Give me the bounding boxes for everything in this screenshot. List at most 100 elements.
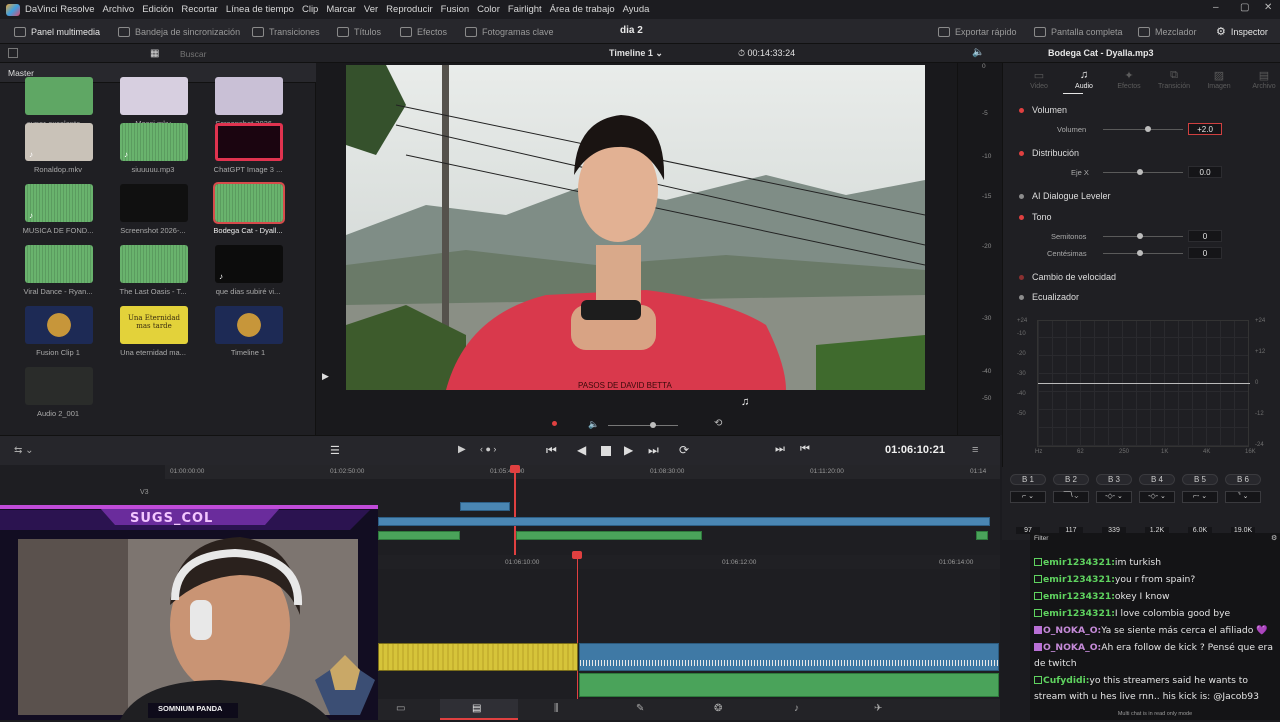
volume-section[interactable]: Volumen: [1003, 100, 1280, 120]
menu-marcar[interactable]: Marcar: [326, 4, 356, 15]
stop-icon[interactable]: [601, 446, 611, 456]
clip-a1-b[interactable]: [516, 531, 702, 540]
play-icon[interactable]: ▶: [624, 443, 633, 457]
media-clip[interactable]: ChatGPT Image 3 ...: [208, 123, 288, 179]
eq-band-toggle[interactable]: B 1: [1010, 474, 1046, 485]
maximize-icon[interactable]: ▢: [1240, 2, 1249, 13]
media-clip[interactable]: ♪ siuuuuu.mp3: [113, 123, 193, 179]
menu-clip[interactable]: Clip: [302, 4, 318, 15]
effects-button[interactable]: Efectos: [400, 19, 447, 44]
menu-archivo[interactable]: Archivo: [103, 4, 135, 15]
eq-graph[interactable]: [1037, 320, 1250, 447]
media-clip[interactable]: Una Eternidad mas tarde Una eternidad ma.…: [113, 306, 193, 362]
inspector-button[interactable]: ⚙ Inspector: [1216, 19, 1268, 44]
reverse-icon[interactable]: ◀: [577, 443, 586, 457]
menu-ver[interactable]: Ver: [364, 4, 378, 15]
search-input[interactable]: [180, 47, 308, 60]
lower-playhead-handle[interactable]: [572, 551, 582, 559]
menu-reproducir[interactable]: Reproducir: [386, 4, 432, 15]
media-clip[interactable]: ♪ Ronaldop.mkv: [18, 123, 98, 179]
speed-change-section[interactable]: Cambio de velocidad: [1003, 267, 1280, 287]
equalizer-section[interactable]: Ecualizador: [1003, 287, 1280, 307]
audio-view-icon[interactable]: ♫: [741, 396, 749, 408]
timeline-options-icon[interactable]: ☰: [330, 444, 340, 457]
eq-band-toggle[interactable]: B 2: [1053, 474, 1089, 485]
lower-playhead[interactable]: [577, 553, 578, 699]
sync-bin-button[interactable]: Bandeja de sincronización: [118, 19, 240, 44]
speed-toggle-icon[interactable]: [1019, 274, 1024, 280]
marker-nav-icon[interactable]: ‹ ● ›: [480, 444, 496, 454]
pan-slider[interactable]: [1103, 169, 1183, 175]
inspector-tab[interactable]: ▨ Imagen: [1199, 69, 1239, 90]
media-clip[interactable]: Fusion Clip 1: [18, 306, 98, 362]
quick-export-button[interactable]: Exportar rápido: [938, 19, 1017, 44]
media-clip[interactable]: ♪ MUSICA DE FOND...: [18, 184, 98, 240]
loop-icon[interactable]: ⟲: [714, 418, 722, 429]
edit-tools-icon[interactable]: ⇆ ⌄: [14, 445, 34, 456]
eq-band-type-select[interactable]: ⌐ ⌄: [1010, 491, 1046, 503]
viewer-volume-slider[interactable]: [608, 422, 678, 428]
inspector-tab[interactable]: ▤ Archivo: [1244, 69, 1280, 90]
eq-band-type-select[interactable]: ⌐- ⌄: [1182, 491, 1218, 503]
clip-audio-green[interactable]: [579, 673, 999, 697]
media-clip[interactable]: Screenshot 2026-...: [113, 184, 193, 240]
cents-slider[interactable]: [1103, 250, 1183, 256]
clip-a1-c[interactable]: [976, 531, 988, 540]
timeline-selector[interactable]: Timeline 1 ⌄: [609, 48, 663, 59]
speaker-icon[interactable]: 🔈: [972, 47, 984, 58]
go-start-icon[interactable]: ⏮: [546, 443, 557, 458]
minimize-icon[interactable]: –: [1213, 2, 1219, 13]
volume-toggle-icon[interactable]: [1019, 107, 1024, 113]
media-clip[interactable]: Timeline 1: [208, 306, 288, 362]
semitones-slider[interactable]: [1103, 233, 1183, 239]
media-clip[interactable]: ♪ que dias subiré vi...: [208, 245, 288, 301]
volume-value-field[interactable]: +2.0: [1188, 123, 1222, 135]
clip-v1[interactable]: [378, 517, 990, 526]
upper-playhead-handle[interactable]: [510, 465, 520, 473]
bin-list-icon[interactable]: [8, 48, 18, 58]
clip-audio-blue[interactable]: [579, 643, 1000, 671]
eq-band-type-select[interactable]: ⌝ ⌄: [1225, 491, 1261, 503]
clip-audio-yellow[interactable]: [378, 643, 578, 671]
record-icon[interactable]: [552, 421, 557, 426]
menu-linea-de-tiempo[interactable]: Línea de tiempo: [226, 4, 294, 15]
equalizer-toggle-icon[interactable]: [1019, 294, 1024, 300]
menu-area-de-trabajo[interactable]: Área de trabajo: [550, 4, 615, 15]
eq-band-toggle[interactable]: B 6: [1225, 474, 1261, 485]
page-color-icon[interactable]: ❂: [714, 703, 722, 714]
inspector-tab[interactable]: ⧉ Transición: [1154, 69, 1194, 90]
volume-icon[interactable]: 🔈: [588, 419, 599, 430]
clip-a1-a[interactable]: [378, 531, 460, 540]
timeline-menu-icon[interactable]: ≡: [972, 444, 978, 456]
pitch-section[interactable]: Tono: [1003, 207, 1280, 227]
media-panel-button[interactable]: Panel multimedia: [14, 19, 100, 44]
clip-v2[interactable]: [460, 502, 510, 511]
page-edit-tab[interactable]: ▤: [440, 699, 518, 720]
next-edit-icon[interactable]: ⏮: [800, 443, 810, 456]
transitions-button[interactable]: Transiciones: [252, 19, 320, 44]
play-indicator-icon[interactable]: ▶: [322, 371, 329, 382]
eq-band-toggle[interactable]: B 5: [1182, 474, 1218, 485]
inspector-tab[interactable]: ✦ Efectos: [1109, 69, 1149, 90]
eq-band-type-select[interactable]: -◇- ⌄: [1139, 491, 1175, 503]
pan-section[interactable]: Distribución: [1003, 143, 1280, 163]
eq-band-type-select[interactable]: -◇- ⌄: [1096, 491, 1132, 503]
upper-playhead[interactable]: [514, 465, 516, 555]
page-cut-icon[interactable]: ⫼: [554, 703, 559, 714]
page-media-icon[interactable]: ▭: [396, 703, 405, 714]
media-clip[interactable]: Viral Dance - Ryan...: [18, 245, 98, 301]
page-fairlight-icon[interactable]: ♪: [794, 703, 799, 714]
menu-ayuda[interactable]: Ayuda: [623, 4, 650, 15]
menu-color[interactable]: Color: [477, 4, 500, 15]
chat-settings-icon[interactable]: ⚙: [1271, 534, 1277, 542]
eq-band-type-select[interactable]: ⎺\ ⌄: [1053, 491, 1089, 503]
dialogue-leveler-section[interactable]: AI Dialogue Leveler: [1003, 186, 1280, 206]
media-clip[interactable]: The Last Oasis - T...: [113, 245, 193, 301]
inspector-tab[interactable]: ▭ Video: [1019, 69, 1059, 90]
pan-value-field[interactable]: 0.0: [1188, 166, 1222, 178]
media-clip[interactable]: Bodega Cat - Dyall...: [208, 182, 288, 240]
titles-button[interactable]: Títulos: [337, 19, 381, 44]
mixer-button[interactable]: Mezclador: [1138, 19, 1197, 44]
pitch-toggle-icon[interactable]: [1019, 214, 1024, 220]
eq-band-toggle[interactable]: B 4: [1139, 474, 1175, 485]
